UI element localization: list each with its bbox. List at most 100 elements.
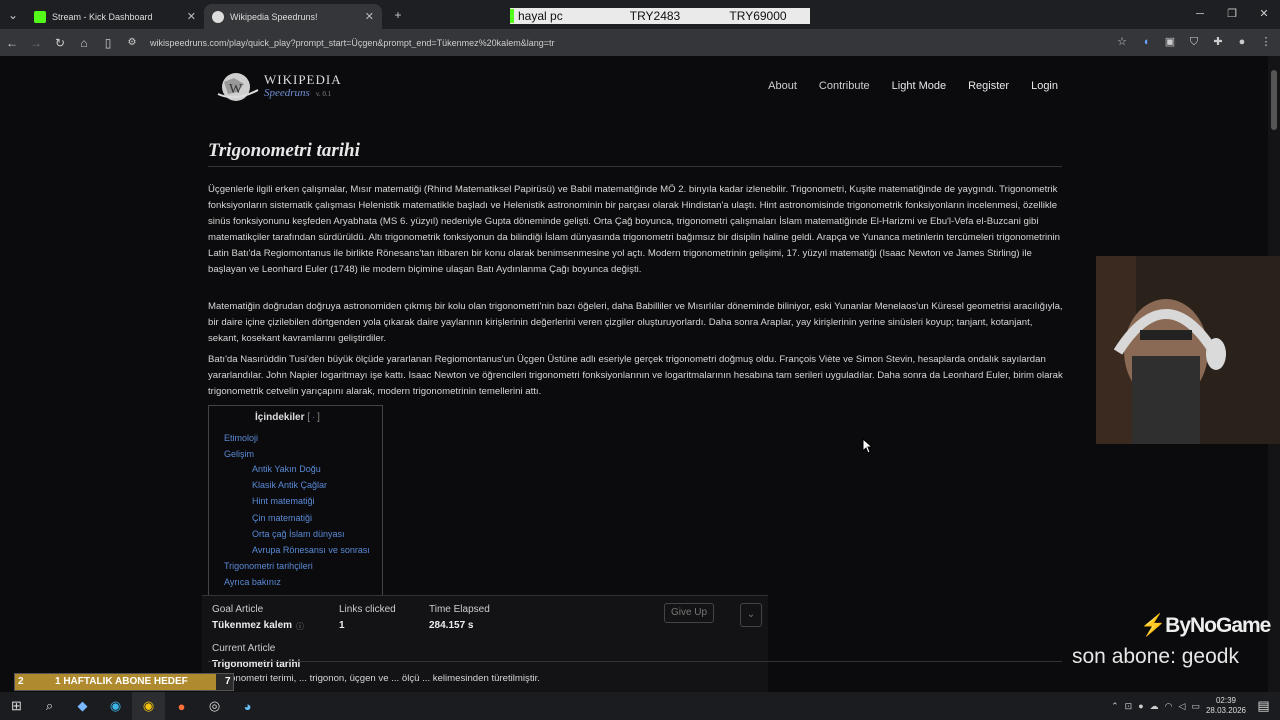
last-subscriber: son abone: geodk [1072, 645, 1239, 668]
language-icon[interactable]: ▭ [1191, 701, 1200, 712]
network-icon[interactable]: ⊡ [1125, 701, 1133, 712]
scroll-thumb[interactable] [1271, 70, 1277, 130]
donation-name: hayal pc [510, 9, 600, 23]
taskbar: ⊞ ⌕ ◆ ◉ ◉ ● ◎ ◕ ⌃ ⊡ ● ☁ ◠ ◁ ▭ 02:39 28.0… [0, 692, 1280, 720]
home-icon[interactable]: ⌂ [72, 36, 96, 50]
edge-icon[interactable]: ◉ [99, 692, 132, 720]
toc-item[interactable]: Çin matematiği [252, 513, 312, 523]
volume-icon[interactable]: ◁ [1179, 701, 1186, 712]
tab-search-icon[interactable]: ⌄ [0, 8, 26, 22]
webcam-image [1096, 256, 1280, 444]
side-panel-icon[interactable]: ▯ [96, 36, 120, 50]
logo-text: WIKIPEDIA Speedruns v. 0.1 [264, 73, 342, 100]
toc-item[interactable]: Gelişim [224, 449, 254, 459]
clock[interactable]: 02:39 28.03.2026 [1206, 696, 1246, 716]
section-divider [208, 661, 1062, 662]
address-bar-row: ← → ↻ ⌂ ▯ ⚙ wikispeedruns.com/play/quick… [0, 29, 1280, 56]
notification-icon[interactable]: ▤ [1247, 692, 1280, 720]
nav-light-mode[interactable]: Light Mode [892, 80, 946, 92]
minimize-icon[interactable]: ─ [1184, 0, 1216, 29]
menu-icon[interactable]: ⋮ [1258, 34, 1274, 50]
toc-item[interactable]: Trigonometri tarihçileri [224, 561, 313, 571]
brand-overlay: ⚡ByNoGame [1140, 614, 1271, 638]
mouse-cursor-icon [862, 438, 874, 454]
tab-kick-dashboard[interactable]: Stream - Kick Dashboard ✕ [26, 4, 204, 29]
obs-icon[interactable]: ◎ [198, 692, 231, 720]
close-window-icon[interactable]: ✕ [1248, 0, 1280, 29]
new-tab-icon[interactable]: + [386, 8, 410, 22]
toc-item[interactable]: Avrupa Rönesansı ve sonrası [252, 545, 370, 555]
article-paragraph-3: Batı'da Nasırüddin Tusi'den büyük ölçüde… [208, 354, 1063, 397]
close-tab-icon[interactable]: ✕ [365, 10, 374, 23]
goal-text: 1 HAFTALIK ABONE HEDEF [55, 676, 188, 687]
donation-amount: TRY2483 [629, 9, 681, 23]
screenshot-icon[interactable]: ▣ [1162, 34, 1178, 50]
links-clicked-label: Links clicked [339, 604, 396, 615]
back-icon[interactable]: ← [0, 36, 24, 50]
article-paragraph-2: Matematiğin doğrudan doğruya astronomide… [208, 301, 1063, 344]
wifi-icon[interactable]: ◠ [1165, 701, 1173, 712]
toc-item[interactable]: Ayrıca bakınız [224, 577, 281, 587]
article-paragraph-1: Üçgenlerle ilgili erken çalışmalar, Mısı… [208, 184, 1060, 275]
toc-item[interactable]: Orta çağ İslam dünyası [252, 529, 345, 539]
restore-icon[interactable]: ❐ [1216, 0, 1248, 29]
links-clicked-value: 1 [339, 620, 345, 631]
site-nav: About Contribute Light Mode Register Log… [768, 80, 1058, 92]
streamer-webcam [1096, 256, 1280, 444]
version-label: v. 0.1 [315, 90, 332, 98]
give-up-button[interactable]: Give Up [664, 603, 714, 623]
cloud-icon[interactable]: ☁ [1150, 701, 1159, 712]
goal-target: 7 [225, 676, 231, 687]
steam-icon[interactable]: ◕ [231, 692, 264, 720]
reload-icon[interactable]: ↻ [48, 36, 72, 50]
etymology-snippet: Trigonometri terimi, ... trigonon, üçgen… [214, 673, 540, 684]
goal-article-label: Goal Article [212, 604, 264, 615]
page-viewport: W WIKIPEDIA Speedruns v. 0.1 About Contri… [0, 56, 1268, 692]
time-elapsed-label: Time Elapsed [429, 604, 490, 615]
search-icon[interactable]: ⌕ [33, 692, 66, 720]
title-divider [208, 166, 1062, 167]
subscriber-goal-bar: 2 1 HAFTALIK ABONE HEDEF 7 [14, 673, 234, 691]
goal-article-value: Tükenmez kalem [212, 620, 293, 631]
site-logo[interactable]: W WIKIPEDIA Speedruns v. 0.1 [214, 70, 342, 104]
chrome-icon[interactable]: ◉ [132, 692, 165, 720]
shield-icon[interactable]: ⛉ [1186, 34, 1202, 50]
clock-date: 28.03.2026 [1205, 706, 1246, 715]
nav-about[interactable]: About [768, 80, 797, 92]
toolbar-icons: ☆ ◖ ▣ ⛉ ✚ ● ⋮ [1114, 34, 1274, 50]
current-article-label: Current Article [212, 643, 276, 654]
toc-item[interactable]: Klasik Antik Çağlar [252, 480, 327, 490]
tab-wikispeedruns[interactable]: Wikipedia Speedruns! ✕ [204, 4, 382, 29]
copilot-icon[interactable]: ◆ [66, 692, 99, 720]
brand-icon: ⚡ [1140, 614, 1166, 637]
article-title: Trigonometri tarihi [208, 140, 360, 161]
toc-item[interactable]: Etimoloji [224, 433, 258, 443]
bookmark-star-icon[interactable]: ☆ [1114, 34, 1130, 50]
nav-register[interactable]: Register [968, 80, 1009, 92]
tray-chevron-icon[interactable]: ⌃ [1111, 701, 1119, 712]
firefox-icon[interactable]: ● [165, 692, 198, 720]
start-icon[interactable]: ⊞ [0, 692, 33, 720]
table-of-contents: İçindekiler [ · ] Etimoloji Gelişim Anti… [208, 405, 383, 597]
nav-contribute[interactable]: Contribute [819, 80, 870, 92]
profile-avatar-icon[interactable]: ● [1234, 34, 1250, 50]
cast-icon[interactable]: ◖ [1138, 34, 1154, 50]
clock-time: 02:39 [1215, 696, 1236, 705]
system-tray: ⌃ ⊡ ● ☁ ◠ ◁ ▭ 02:39 28.03.2026 [1111, 692, 1246, 720]
collapse-panel-icon[interactable]: ⌄ [740, 603, 762, 627]
forward-icon[interactable]: → [24, 36, 48, 50]
tab-title: Stream - Kick Dashboard [52, 11, 153, 22]
info-icon[interactable]: ⓘ [296, 621, 304, 632]
globe-favicon [212, 10, 224, 23]
toc-item[interactable]: Hint matematiği [252, 496, 315, 506]
mic-icon[interactable]: ● [1138, 701, 1143, 711]
toc-item[interactable]: Antik Yakın Doğu [252, 464, 321, 474]
stream-donation-bar: hayal pc TRY2483 TRY69000 [510, 8, 810, 24]
nav-login[interactable]: Login [1031, 80, 1058, 92]
extensions-icon[interactable]: ✚ [1210, 34, 1226, 50]
toc-title: İçindekiler [ · ] [255, 412, 320, 423]
close-tab-icon[interactable]: ✕ [187, 10, 196, 23]
site-info-icon[interactable]: ⚙ [120, 37, 144, 48]
kick-favicon [34, 10, 46, 23]
url-input[interactable]: wikispeedruns.com/play/quick_play?prompt… [150, 38, 1100, 48]
